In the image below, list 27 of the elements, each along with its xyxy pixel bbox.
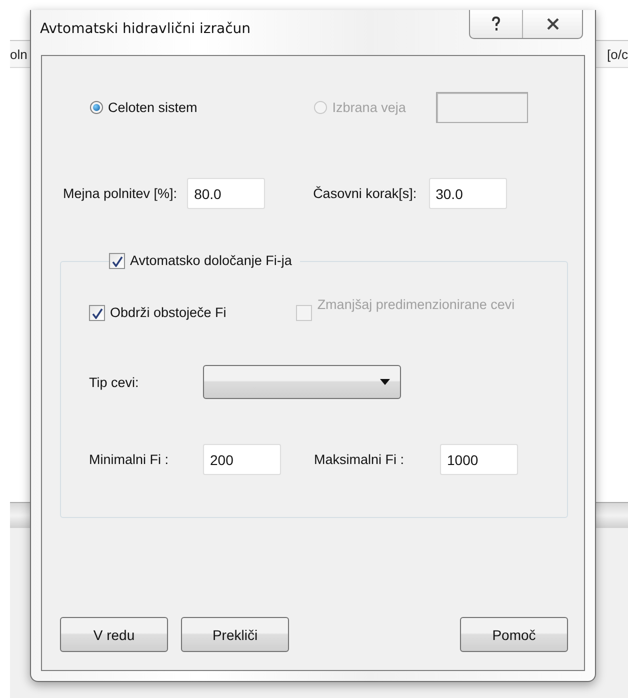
- dropdown[interactable]: [203, 365, 401, 399]
- input-field[interactable]: 1000: [440, 444, 518, 475]
- radio-label: Celoten sistem: [108, 100, 198, 115]
- checkbox[interactable]: [109, 253, 125, 269]
- field-label: Minimalni Fi :: [89, 452, 170, 467]
- field-label: Tip cevi:: [89, 374, 140, 390]
- column-header: oln: [10, 46, 28, 62]
- input-field[interactable]: 80.0: [187, 178, 266, 209]
- caret-icon: [380, 379, 390, 385]
- field-label: Časovni korak[s]:: [313, 186, 417, 201]
- checkbox-label: Obdrži obstoječe Fi: [110, 305, 226, 320]
- radio-label: Izbrana veja: [332, 100, 406, 115]
- field-label: Mejna polnitev [%]:: [63, 186, 178, 201]
- help-icon: [491, 16, 501, 32]
- checkbox-label: Zmanjšaj predimenzionirane cevi: [317, 297, 516, 312]
- checkbox-label: Avtomatsko določanje Fi-ja: [130, 253, 292, 268]
- column-header: [o/c: [607, 46, 628, 62]
- window-title: Avtomatski hidravlični izračun: [40, 21, 251, 37]
- dialog-button[interactable]: Prekliči: [181, 617, 289, 652]
- dialog-button[interactable]: Pomoč: [460, 617, 568, 652]
- checkbox[interactable]: [89, 305, 105, 321]
- input-field[interactable]: 30.0: [428, 178, 507, 209]
- radio-button[interactable]: [90, 101, 103, 114]
- close-icon: [546, 18, 560, 30]
- field-label: Maksimalni Fi :: [314, 452, 406, 467]
- input-field[interactable]: 200: [203, 444, 281, 475]
- dialog-button[interactable]: V redu: [60, 617, 168, 652]
